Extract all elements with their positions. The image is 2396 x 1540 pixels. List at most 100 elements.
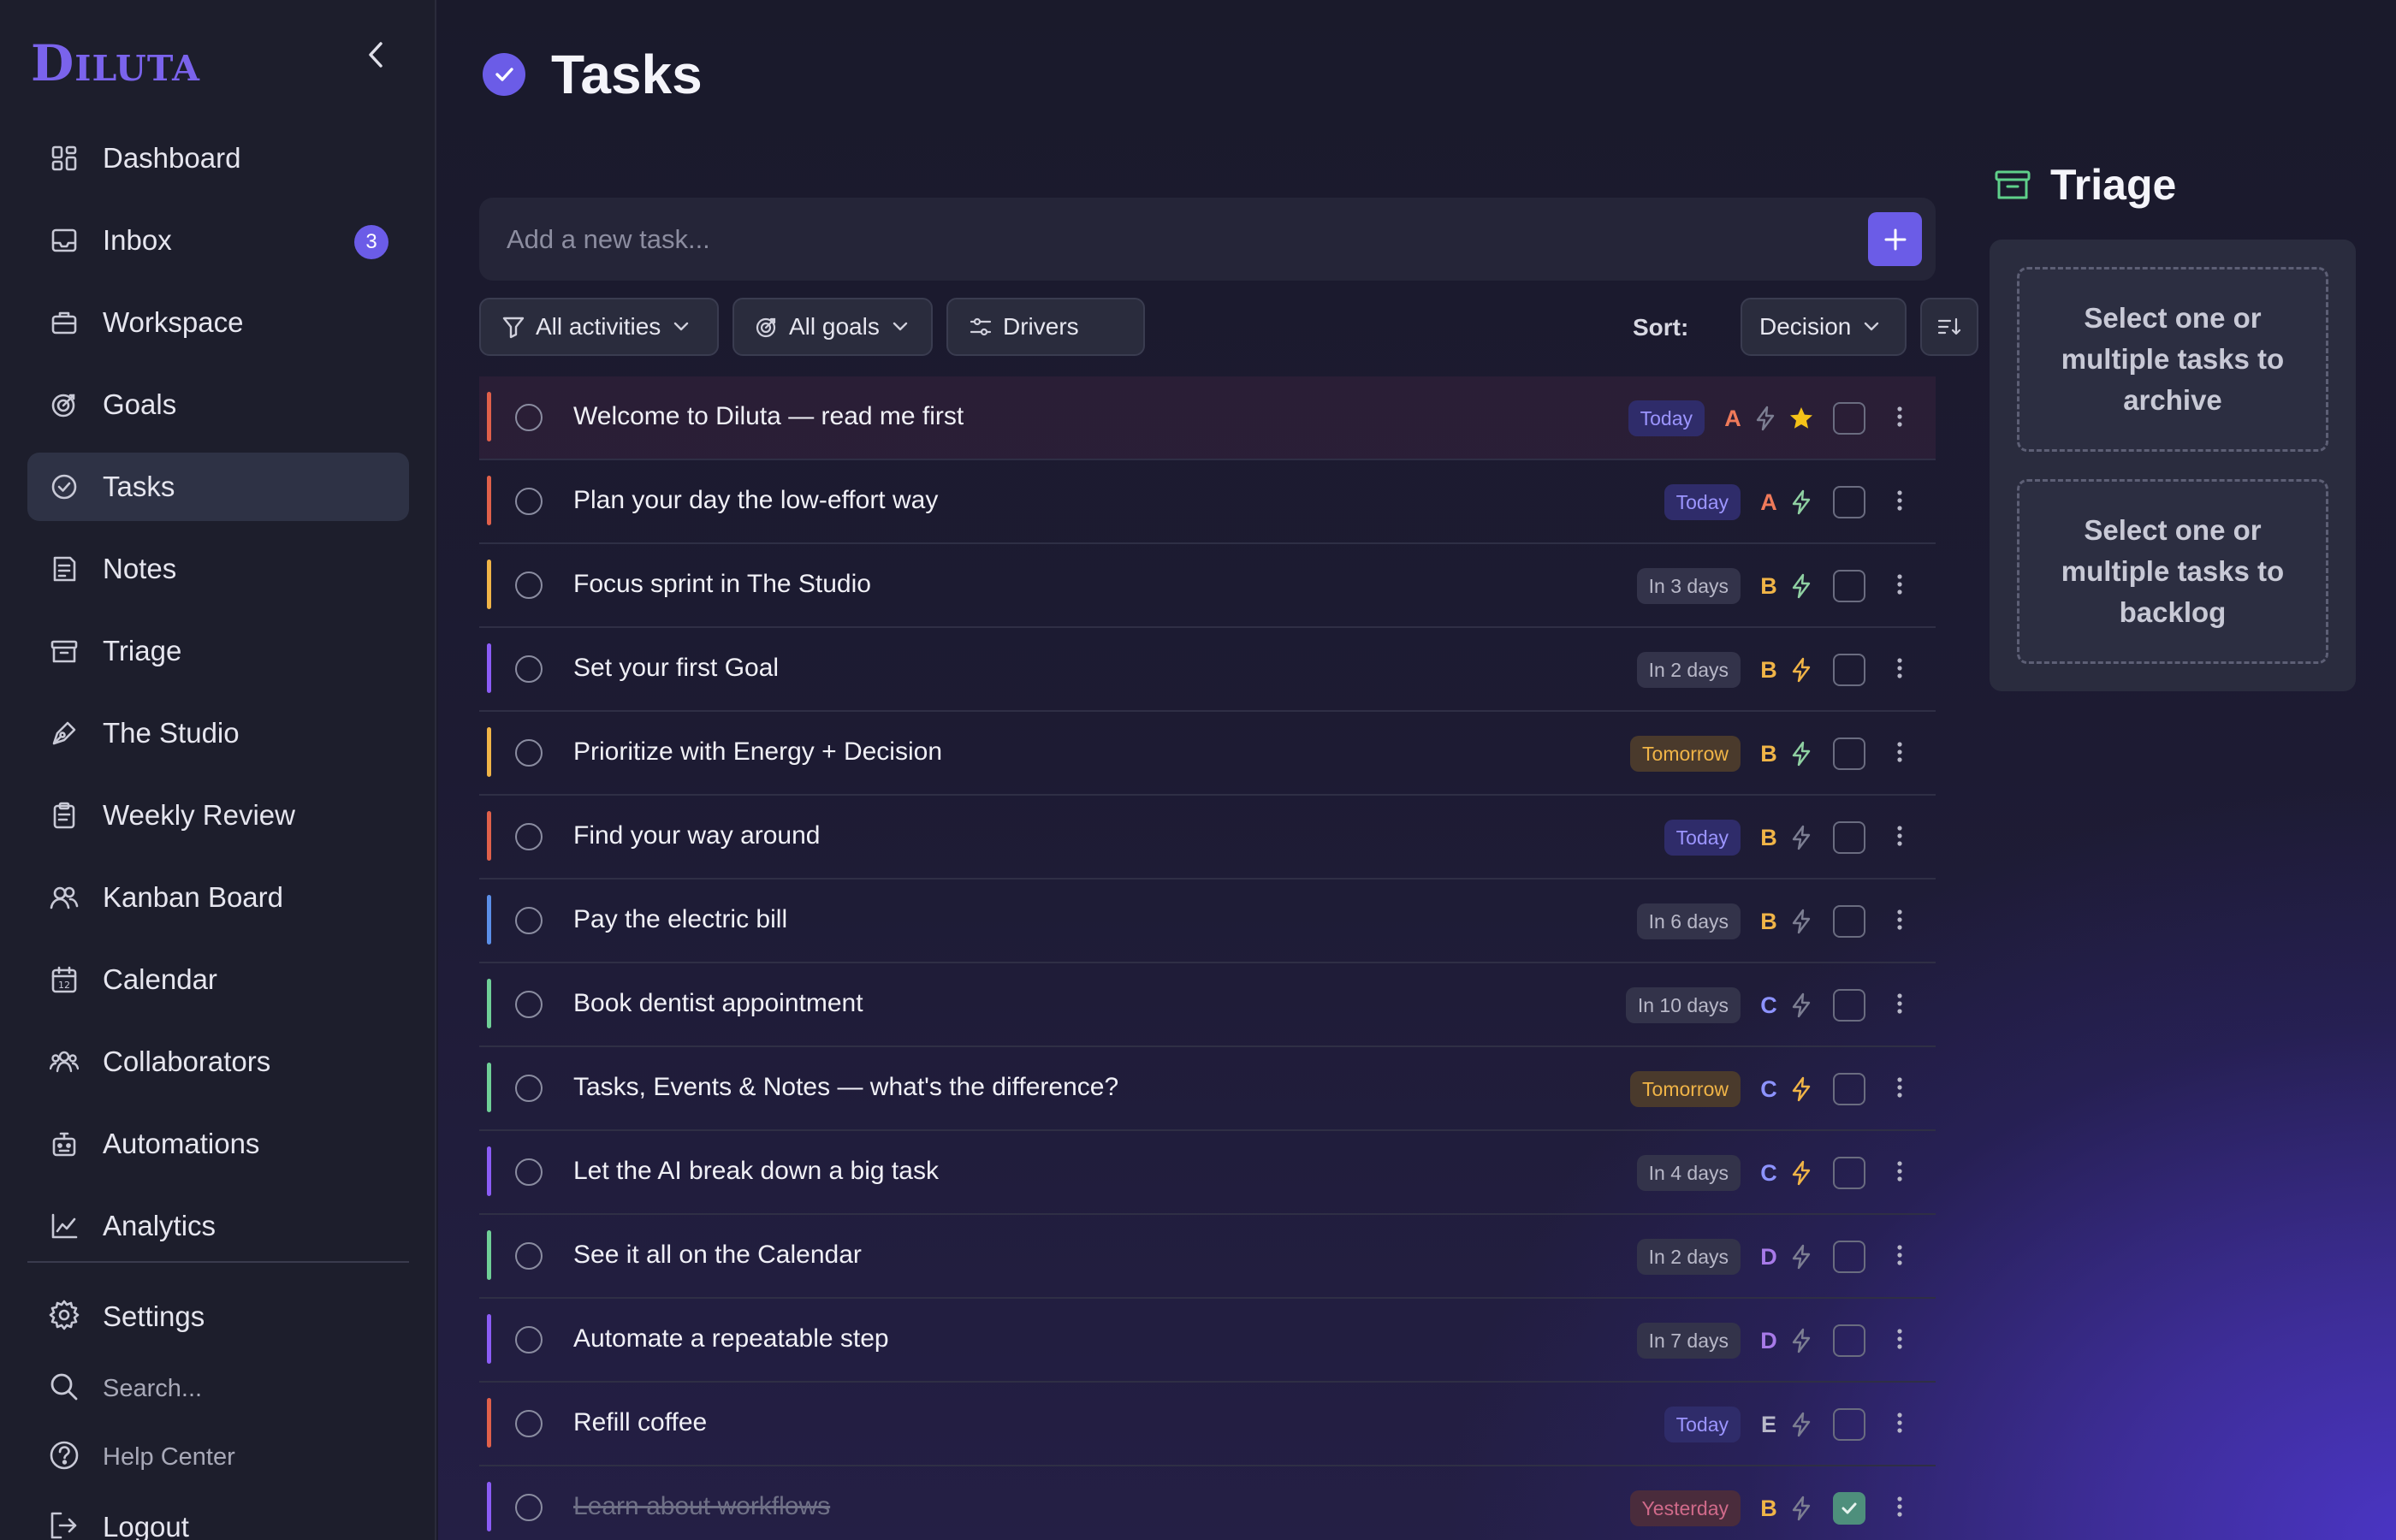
sidebar-item-tasks[interactable]: Tasks xyxy=(27,453,409,521)
task-row[interactable]: Pay the electric bill In 6 days B xyxy=(479,880,1936,963)
complete-task-radio[interactable] xyxy=(515,907,543,934)
task-row[interactable]: Book dentist appointment In 10 days C xyxy=(479,963,1936,1047)
more-options-icon[interactable] xyxy=(1883,732,1917,775)
sidebar-item-dashboard[interactable]: Dashboard xyxy=(27,124,409,192)
sidebar-item-analytics[interactable]: Analytics xyxy=(27,1192,409,1260)
app-logo[interactable]: Diluta xyxy=(31,34,200,92)
task-title[interactable]: See it all on the Calendar xyxy=(573,1241,862,1270)
task-title[interactable]: Book dentist appointment xyxy=(573,989,863,1018)
task-title[interactable]: Welcome to Diluta — read me first xyxy=(573,402,964,431)
drivers-filter[interactable]: Drivers xyxy=(946,298,1145,356)
sidebar-item-weekly-review[interactable]: Weekly Review xyxy=(27,781,409,850)
star-icon[interactable] xyxy=(1787,404,1816,433)
energy-bolt-icon[interactable] xyxy=(1787,572,1816,601)
energy-bolt-icon[interactable] xyxy=(1787,655,1816,684)
task-title[interactable]: Focus sprint in The Studio xyxy=(573,570,871,599)
more-options-icon[interactable] xyxy=(1883,816,1917,859)
task-row[interactable]: Plan your day the low-effort way Today A xyxy=(479,460,1936,544)
task-row[interactable]: Focus sprint in The Studio In 3 days B xyxy=(479,544,1936,628)
add-task-input[interactable] xyxy=(479,198,1848,281)
select-task-checkbox[interactable] xyxy=(1833,1073,1865,1105)
complete-task-radio[interactable] xyxy=(515,404,543,431)
task-title[interactable]: Let the AI break down a big task xyxy=(573,1157,939,1186)
more-options-icon[interactable] xyxy=(1883,1152,1917,1194)
sort-direction-button[interactable] xyxy=(1920,298,1978,356)
task-title[interactable]: Plan your day the low-effort way xyxy=(573,486,938,515)
energy-bolt-icon[interactable] xyxy=(1787,823,1816,852)
select-task-checkbox[interactable] xyxy=(1833,821,1865,854)
more-options-icon[interactable] xyxy=(1883,1319,1917,1362)
select-task-checkbox[interactable] xyxy=(1833,905,1865,938)
select-task-checkbox[interactable] xyxy=(1833,1492,1865,1525)
task-row[interactable]: Welcome to Diluta — read me first Today A xyxy=(479,376,1936,460)
sidebar-item-inbox[interactable]: Inbox 3 xyxy=(27,206,409,275)
complete-task-radio[interactable] xyxy=(515,572,543,599)
sidebar-item-notes[interactable]: Notes xyxy=(27,535,409,603)
task-row[interactable]: Let the AI break down a big task In 4 day… xyxy=(479,1131,1936,1215)
energy-bolt-icon[interactable] xyxy=(1787,1242,1816,1271)
backlog-drop-zone[interactable]: Select one or multiple tasks to backlog xyxy=(2017,479,2328,664)
task-row[interactable]: Set your first Goal In 2 days B xyxy=(479,628,1936,712)
select-task-checkbox[interactable] xyxy=(1833,989,1865,1022)
more-options-icon[interactable] xyxy=(1883,984,1917,1027)
more-options-icon[interactable] xyxy=(1883,1235,1917,1278)
sidebar-search[interactable]: Search... xyxy=(48,1363,202,1414)
sidebar-item-kanban-board[interactable]: Kanban Board xyxy=(27,863,409,932)
task-row[interactable]: Find your way around Today B xyxy=(479,796,1936,880)
complete-task-radio[interactable] xyxy=(515,1158,543,1186)
complete-task-radio[interactable] xyxy=(515,739,543,767)
sidebar-item-the-studio[interactable]: The Studio xyxy=(27,699,409,767)
task-title[interactable]: Tasks, Events & Notes — what's the diffe… xyxy=(573,1073,1118,1102)
sidebar-item-goals[interactable]: Goals xyxy=(27,370,409,439)
more-options-icon[interactable] xyxy=(1883,1403,1917,1446)
sort-select[interactable]: Decision xyxy=(1741,298,1907,356)
select-task-checkbox[interactable] xyxy=(1833,654,1865,686)
select-task-checkbox[interactable] xyxy=(1833,570,1865,602)
task-title[interactable]: Pay the electric bill xyxy=(573,905,787,934)
complete-task-radio[interactable] xyxy=(515,1410,543,1437)
more-options-icon[interactable] xyxy=(1883,565,1917,607)
energy-bolt-icon[interactable] xyxy=(1787,991,1816,1020)
more-options-icon[interactable] xyxy=(1883,900,1917,943)
task-row[interactable]: Tasks, Events & Notes — what's the diffe… xyxy=(479,1047,1936,1131)
complete-task-radio[interactable] xyxy=(515,991,543,1018)
select-task-checkbox[interactable] xyxy=(1833,1408,1865,1441)
complete-task-radio[interactable] xyxy=(515,655,543,683)
task-title[interactable]: Set your first Goal xyxy=(573,654,779,683)
energy-bolt-icon[interactable] xyxy=(1787,1075,1816,1104)
more-options-icon[interactable] xyxy=(1883,1487,1917,1530)
goals-filter[interactable]: All goals xyxy=(732,298,933,356)
task-row[interactable]: Learn about workflows Yesterday B xyxy=(479,1466,1936,1540)
activities-filter[interactable]: All activities xyxy=(479,298,719,356)
more-options-icon[interactable] xyxy=(1883,1068,1917,1111)
select-task-checkbox[interactable] xyxy=(1833,737,1865,770)
select-task-checkbox[interactable] xyxy=(1833,1157,1865,1189)
energy-bolt-icon[interactable] xyxy=(1751,404,1780,433)
sidebar-item-triage[interactable]: Triage xyxy=(27,617,409,685)
task-title[interactable]: Automate a repeatable step xyxy=(573,1324,889,1353)
more-options-icon[interactable] xyxy=(1883,649,1917,691)
task-row[interactable]: Refill coffee Today E xyxy=(479,1383,1936,1466)
archive-drop-zone[interactable]: Select one or multiple tasks to archive xyxy=(2017,267,2328,452)
energy-bolt-icon[interactable] xyxy=(1787,739,1816,768)
task-title[interactable]: Prioritize with Energy + Decision xyxy=(573,737,942,767)
task-title[interactable]: Learn about workflows xyxy=(573,1492,830,1521)
select-task-checkbox[interactable] xyxy=(1833,1324,1865,1357)
task-row[interactable]: Automate a repeatable step In 7 days D xyxy=(479,1299,1936,1383)
select-task-checkbox[interactable] xyxy=(1833,1241,1865,1273)
add-task-button[interactable] xyxy=(1868,212,1922,266)
sidebar-item-settings[interactable]: Settings xyxy=(48,1291,205,1342)
select-task-checkbox[interactable] xyxy=(1833,402,1865,435)
energy-bolt-icon[interactable] xyxy=(1787,1326,1816,1355)
energy-bolt-icon[interactable] xyxy=(1787,1158,1816,1188)
sidebar-item-collaborators[interactable]: Collaborators xyxy=(27,1028,409,1096)
select-task-checkbox[interactable] xyxy=(1833,486,1865,518)
complete-task-radio[interactable] xyxy=(515,488,543,515)
sidebar-logout[interactable]: Logout xyxy=(48,1502,189,1540)
energy-bolt-icon[interactable] xyxy=(1787,907,1816,936)
collapse-sidebar-button[interactable] xyxy=(359,38,394,72)
task-title[interactable]: Refill coffee xyxy=(573,1408,707,1437)
energy-bolt-icon[interactable] xyxy=(1787,488,1816,517)
complete-task-radio[interactable] xyxy=(515,1494,543,1521)
sidebar-item-calendar[interactable]: 12 Calendar xyxy=(27,945,409,1014)
